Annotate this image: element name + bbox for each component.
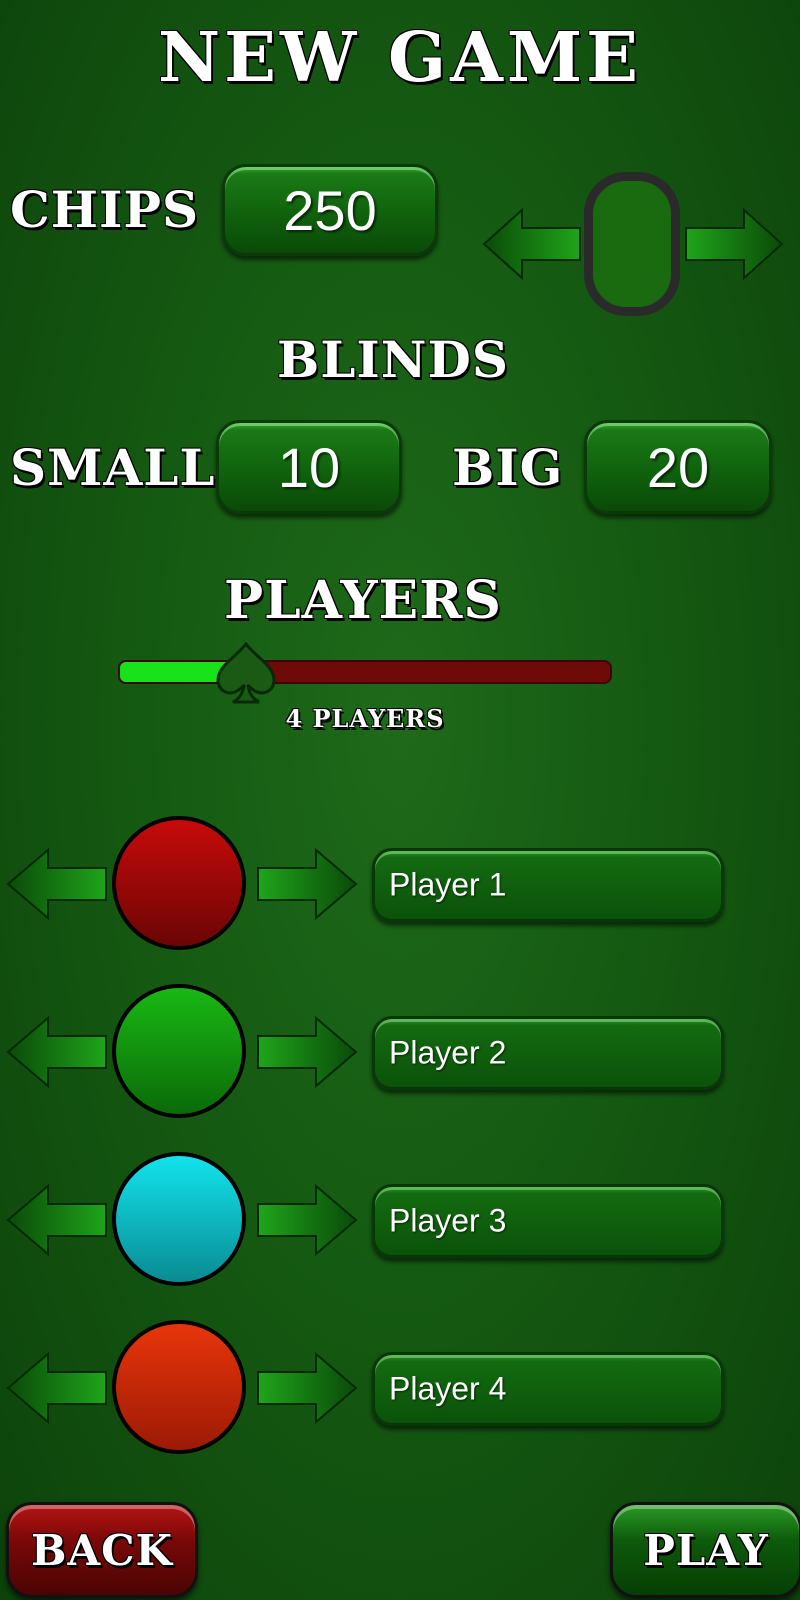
- player-name-text: Player 2: [389, 1034, 507, 1071]
- player-color-swatch: [112, 984, 246, 1118]
- player-name-input[interactable]: Player 1: [372, 848, 724, 922]
- chips-increase-arrow-icon[interactable]: [684, 208, 784, 280]
- big-blind-box[interactable]: 20: [584, 420, 772, 514]
- page-title: NEW GAME: [158, 18, 642, 98]
- color-prev-arrow-icon[interactable]: [6, 1016, 108, 1088]
- color-prev-arrow-icon[interactable]: [6, 848, 108, 920]
- small-blind-box[interactable]: 10: [216, 420, 402, 514]
- player-name-input[interactable]: Player 4: [372, 1352, 724, 1426]
- color-next-arrow-icon[interactable]: [256, 1016, 358, 1088]
- player-name-input[interactable]: Player 3: [372, 1184, 724, 1258]
- color-next-arrow-icon[interactable]: [256, 848, 358, 920]
- chip-token: [584, 172, 680, 316]
- play-button[interactable]: PLAY: [610, 1502, 800, 1598]
- player-color-swatch: [112, 816, 246, 950]
- play-button-label: PLAY: [643, 1525, 769, 1575]
- back-button-label: BACK: [30, 1525, 174, 1575]
- player-name-text: Player 3: [389, 1202, 507, 1239]
- player-name-input[interactable]: Player 2: [372, 1016, 724, 1090]
- color-prev-arrow-icon[interactable]: [6, 1184, 108, 1256]
- player-color-swatch: [112, 1152, 246, 1286]
- chips-decrease-arrow-icon[interactable]: [482, 208, 582, 280]
- color-next-arrow-icon[interactable]: [256, 1352, 358, 1424]
- players-label: PLAYERS: [224, 570, 502, 631]
- big-blind-value: 20: [646, 435, 710, 499]
- small-blind-label: SMALL: [10, 438, 216, 497]
- back-button[interactable]: BACK: [6, 1502, 198, 1598]
- blinds-label: BLINDS: [277, 330, 509, 389]
- chips-value-box[interactable]: 250: [222, 164, 438, 256]
- color-next-arrow-icon[interactable]: [256, 1184, 358, 1256]
- big-blind-label: BIG: [452, 438, 564, 497]
- player-name-text: Player 4: [389, 1370, 507, 1407]
- player-name-text: Player 1: [389, 866, 507, 903]
- small-blind-value: 10: [277, 435, 341, 499]
- color-prev-arrow-icon[interactable]: [6, 1352, 108, 1424]
- spade-slider-handle-icon[interactable]: [215, 642, 277, 706]
- player-color-swatch: [112, 1320, 246, 1454]
- players-slider[interactable]: [118, 660, 612, 684]
- chips-value: 250: [283, 178, 377, 242]
- chips-label: CHIPS: [10, 180, 200, 239]
- players-count-text: 4 PLAYERS: [285, 704, 445, 733]
